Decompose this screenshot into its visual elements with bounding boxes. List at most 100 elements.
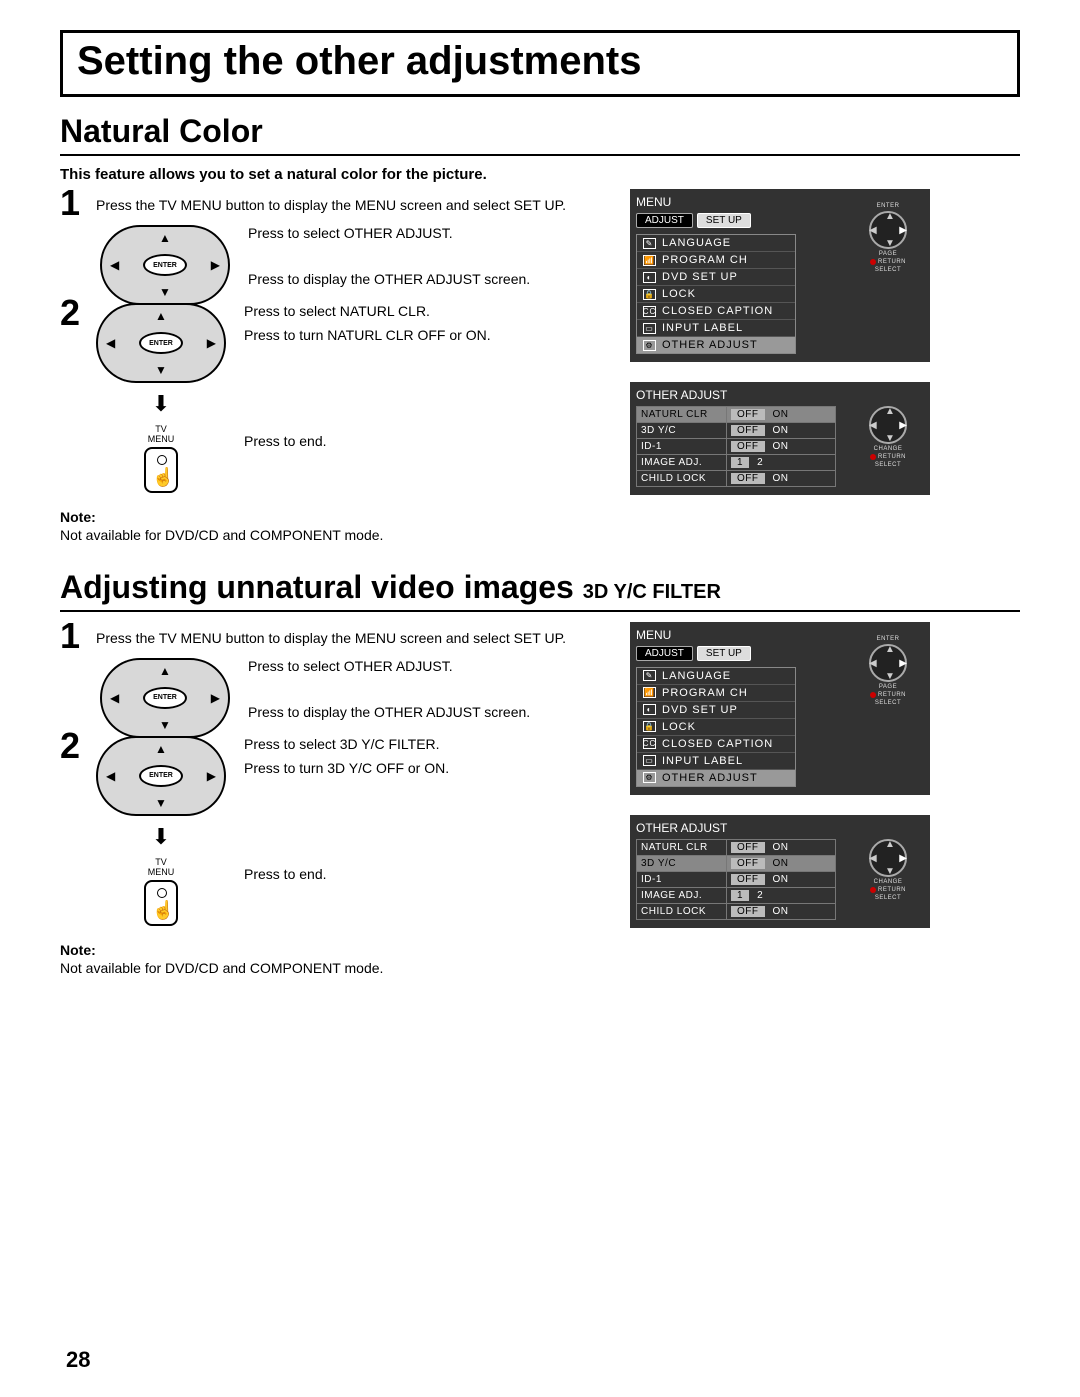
right-arrow-icon: ▶ — [207, 769, 216, 783]
step-number-1: 1 — [60, 618, 96, 654]
section-title-sub: 3D Y/C FILTER — [583, 581, 721, 603]
page-number: 28 — [66, 1347, 90, 1373]
tv-menu-button-icon — [144, 447, 178, 493]
page-title-box: Setting the other adjustments — [60, 30, 1020, 97]
option: ON — [767, 842, 795, 853]
option: 1 — [731, 890, 749, 901]
tv-menu-button-icon — [144, 880, 178, 926]
instruction-text: Press to select OTHER ADJUST. — [248, 225, 620, 241]
note-label: Note: — [60, 509, 620, 525]
instruction-text: Press to end. — [244, 433, 620, 449]
option: OFF — [731, 473, 765, 484]
right-arrow-icon: ▶ — [211, 258, 220, 272]
enter-button-icon: ENTER — [143, 254, 187, 276]
option: 1 — [731, 457, 749, 468]
option: OFF — [731, 874, 765, 885]
menu-item: INPUT LABEL — [662, 322, 743, 334]
option: OFF — [731, 441, 765, 452]
menu-item: LOCK — [662, 288, 696, 300]
lock-icon: 🔒 — [643, 289, 656, 300]
other-adjust-table: NATURL CLROFFON 3D Y/COFFON ID-1OFFON IM… — [636, 839, 836, 920]
row-label: 3D Y/C — [637, 855, 727, 871]
option: 2 — [751, 457, 769, 468]
instruction-text: Press to select OTHER ADJUST. — [248, 658, 620, 674]
menu-item: LANGUAGE — [662, 670, 731, 682]
menu-item: LOCK — [662, 721, 696, 733]
option: OFF — [731, 409, 765, 420]
option: ON — [767, 425, 795, 436]
row-label: IMAGE ADJ. — [637, 455, 727, 471]
menu-item: DVD SET UP — [662, 704, 738, 716]
menu-tab-adjust: ADJUST — [636, 646, 693, 661]
row-label: CHILD LOCK — [637, 903, 727, 919]
instruction-text: Press to select NATURL CLR. — [244, 303, 620, 319]
osd-title: OTHER ADJUST — [636, 388, 924, 402]
left-arrow-icon: ◀ — [106, 769, 115, 783]
other-adjust-table: NATURL CLROFFON 3D Y/COFFON ID-1OFFON IM… — [636, 406, 836, 487]
osd-other-adjust-screenshot: OTHER ADJUST NATURL CLROFFON 3D Y/COFFON… — [630, 382, 930, 495]
menu-item: PROGRAM CH — [662, 254, 748, 266]
down-arrow-icon: ▼ — [155, 363, 167, 377]
option: OFF — [731, 425, 765, 436]
menu-item: OTHER ADJUST — [662, 772, 758, 784]
language-icon: ✎ — [643, 238, 656, 249]
cc-icon: CC — [643, 738, 656, 749]
row-label: NATURL CLR — [637, 839, 727, 855]
option: ON — [767, 858, 795, 869]
down-arrow-icon: ⬇ — [152, 824, 170, 850]
page-title: Setting the other adjustments — [77, 39, 1003, 84]
menu-tab-setup: SET UP — [697, 213, 751, 228]
option: ON — [767, 473, 795, 484]
section-intro: This feature allows you to set a natural… — [60, 166, 1020, 183]
instruction-text: Press to turn 3D Y/C OFF or ON. — [244, 760, 620, 776]
menu-tab-setup: SET UP — [697, 646, 751, 661]
step-number-2: 2 — [60, 728, 96, 764]
osd-title: OTHER ADJUST — [636, 821, 924, 835]
section-title-3dyc: Adjusting unnatural video images 3D Y/C … — [60, 569, 1020, 612]
section-title-natural-color: Natural Color — [60, 113, 1020, 156]
menu-list: ✎LANGUAGE 📶PROGRAM CH ◐DVD SET UP 🔒LOCK … — [636, 234, 796, 354]
up-arrow-icon: ▲ — [159, 664, 171, 678]
option: 2 — [751, 890, 769, 901]
osd-menu-screenshot: MENU ADJUST SET UP ✎LANGUAGE 📶PROGRAM CH… — [630, 622, 930, 795]
osd-menu-screenshot: MENU ADJUST SET UP ✎LANGUAGE 📶PROGRAM CH… — [630, 189, 930, 362]
left-arrow-icon: ◀ — [110, 691, 119, 705]
down-arrow-icon: ▼ — [159, 285, 171, 299]
menu-item: OTHER ADJUST — [662, 339, 758, 351]
menu-item: DVD SET UP — [662, 271, 738, 283]
nav-pad-icon: ▲ ▼ ◀ ▶ ENTER — [100, 225, 230, 305]
language-icon: ✎ — [643, 670, 656, 681]
section-title-main: Adjusting unnatural video images — [60, 569, 583, 605]
down-arrow-icon: ▼ — [159, 718, 171, 732]
adjust-icon: ⚙ — [643, 340, 656, 351]
antenna-icon: 📶 — [643, 687, 656, 698]
lock-icon: 🔒 — [643, 721, 656, 732]
antenna-icon: 📶 — [643, 255, 656, 266]
nav-pad-icon: ▲ ▼ ◀ ▶ ENTER — [100, 658, 230, 738]
section1-block: 1 Press the TV MENU button to display th… — [60, 189, 1020, 543]
enter-button-icon: ENTER — [139, 765, 183, 787]
row-label: CHILD LOCK — [637, 471, 727, 487]
step1-text: Press the TV MENU button to display the … — [96, 189, 566, 213]
instruction-text: Press to select 3D Y/C FILTER. — [244, 736, 620, 752]
row-label: NATURL CLR — [637, 407, 727, 423]
step1-text: Press the TV MENU button to display the … — [96, 622, 566, 646]
down-arrow-icon: ⬇ — [152, 391, 170, 417]
up-arrow-icon: ▲ — [159, 231, 171, 245]
menu-item: PROGRAM CH — [662, 687, 748, 699]
row-label: ID-1 — [637, 439, 727, 455]
note-text: Not available for DVD/CD and COMPONENT m… — [60, 527, 620, 543]
option: ON — [767, 874, 795, 885]
nav-pad-icon: ▲ ▼ ◀ ▶ ENTER — [96, 736, 226, 816]
left-arrow-icon: ◀ — [106, 336, 115, 350]
step-number-1: 1 — [60, 185, 96, 221]
right-arrow-icon: ▶ — [207, 336, 216, 350]
option: ON — [767, 409, 795, 420]
menu-item: INPUT LABEL — [662, 755, 743, 767]
joystick-hint-icon: ENTER ▲▼◀▶ PAGE RETURN SELECT — [854, 636, 922, 706]
up-arrow-icon: ▲ — [155, 742, 167, 756]
section2-block: 1 Press the TV MENU button to display th… — [60, 622, 1020, 976]
tv-menu-label: TVMENU — [148, 425, 175, 445]
joystick-hint-icon: ▲▼◀▶ CHANGE RETURN SELECT — [854, 406, 922, 468]
menu-item: LANGUAGE — [662, 237, 731, 249]
